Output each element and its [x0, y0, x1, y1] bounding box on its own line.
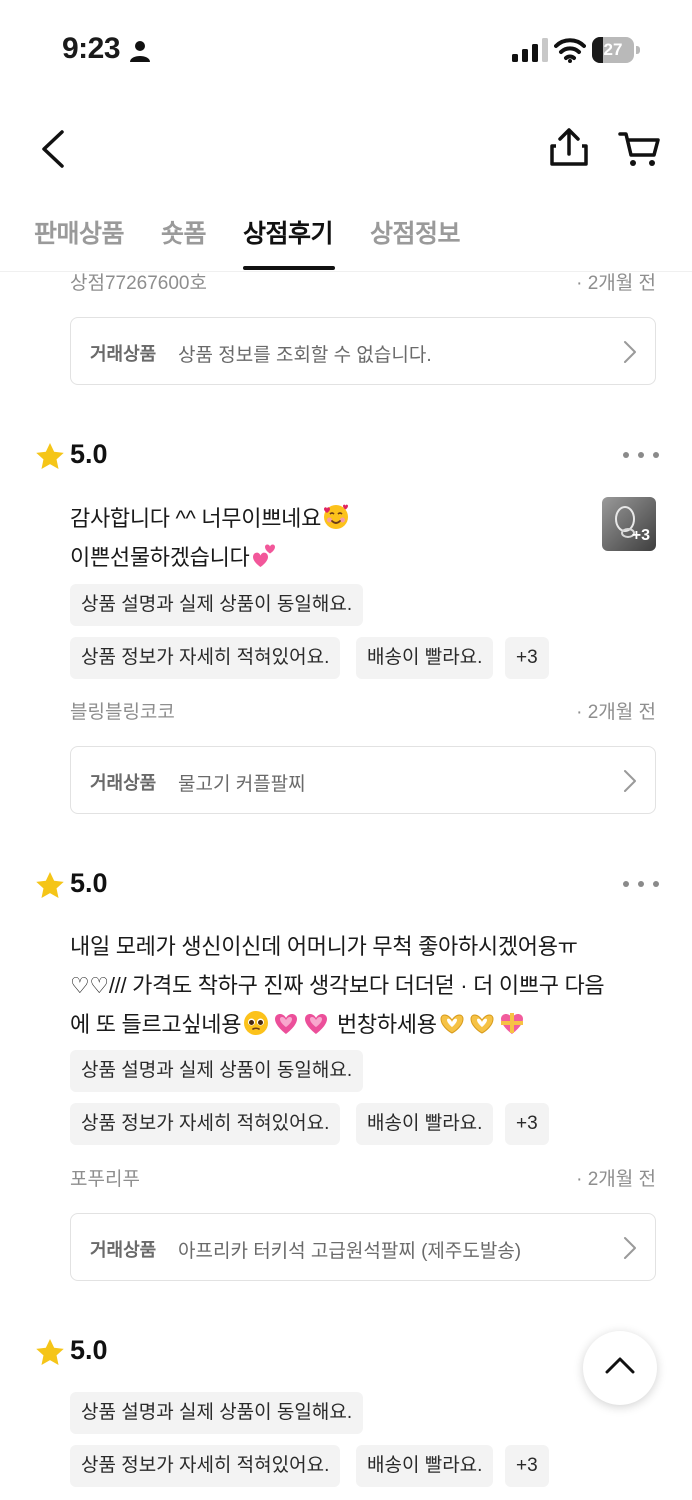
review-text-line: 번창하세용 — [336, 1012, 437, 1037]
traded-product-link[interactable]: 거래상품 물고기 커플팔찌 — [70, 746, 656, 814]
traded-product-name: 아프리카 터키석 고급원석팔찌 (제주도발송) — [178, 1241, 522, 1262]
traded-product-label: 거래상품 — [90, 344, 157, 364]
back-icon — [42, 130, 64, 168]
rating-value: 5.0 — [70, 1335, 108, 1365]
review-rating-row: 5.0 — [34, 866, 659, 906]
review-rating-row: 5.0 — [34, 1333, 659, 1373]
review-tag-chip: 배송이 빨라요. — [356, 1445, 494, 1487]
chevron-right-icon — [624, 770, 636, 792]
battery-level-text: 27 — [603, 40, 623, 59]
review-tag-chip: 상품 정보가 자세히 적혀있어요. — [70, 637, 341, 679]
chevron-up-icon — [605, 1357, 635, 1374]
review-author-row: 상점77267600호 · 2개월 전 — [70, 268, 656, 298]
traded-product-link[interactable]: 거래상품 상품 정보를 조회할 수 없습니다. — [70, 317, 656, 385]
tab-products[interactable]: 판매상품 — [34, 214, 125, 250]
traded-product-name: 물고기 커플팔찌 — [178, 774, 306, 795]
traded-product-name: 상품 정보를 조회할 수 없습니다. — [178, 345, 432, 366]
more-options-button[interactable] — [623, 878, 659, 890]
review-text-line: 에 또 들르고싶네용 — [70, 1012, 242, 1037]
review-author: 상점77267600호 — [70, 273, 207, 294]
wifi-icon — [554, 38, 586, 63]
review-tag-chip: 상품 설명과 실제 상품이 동일해요. — [70, 584, 364, 626]
tab-shop-info[interactable]: 상점정보 — [370, 214, 461, 250]
growing-heart-icon — [275, 1013, 298, 1034]
review-text-line: 이쁜선물하겠습니다 — [70, 545, 250, 570]
tab-bar: 판매상품 숏폼 상점후기 상점정보 — [0, 200, 692, 272]
cart-icon — [618, 132, 660, 166]
cart-button[interactable] — [616, 124, 664, 174]
back-button[interactable] — [30, 124, 80, 174]
more-photos-count: +3 — [631, 527, 650, 544]
smiling-face-with-hearts-icon — [324, 504, 349, 529]
review-tag-chip: 상품 정보가 자세히 적혀있어요. — [70, 1103, 341, 1145]
star-icon — [36, 1339, 64, 1365]
review-photo-thumbnail[interactable]: +3 — [602, 497, 656, 551]
review-tag-chip: 상품 설명과 실제 상품이 동일해요. — [70, 1392, 364, 1434]
review-tag-chip: 배송이 빨라요. — [356, 1103, 494, 1145]
top-navigation — [0, 100, 692, 200]
status-time: 9:23 — [62, 32, 121, 65]
heart-with-ribbon-icon — [500, 1013, 523, 1034]
person-icon — [130, 41, 150, 62]
battery-icon: 27 — [592, 37, 640, 63]
more-tags-chip[interactable]: +3 — [505, 637, 549, 679]
rating-value: 5.0 — [70, 439, 108, 469]
tab-shortform[interactable]: 숏폼 — [161, 214, 207, 250]
rating-value: 5.0 — [70, 868, 108, 898]
growing-heart-icon — [305, 1013, 328, 1034]
review-author: 블링블링코코 — [70, 702, 175, 723]
review-tag-chip: 상품 설명과 실제 상품이 동일해요. — [70, 1050, 364, 1092]
tab-reviews[interactable]: 상점후기 — [243, 214, 334, 250]
review-rating-row: 5.0 — [34, 437, 659, 477]
review-date: · 2개월 전 — [576, 273, 656, 294]
review-date: · 2개월 전 — [576, 1169, 656, 1190]
review-author: 포푸리푸 — [70, 1169, 140, 1190]
more-tags-chip[interactable]: +3 — [505, 1445, 549, 1487]
traded-product-label: 거래상품 — [90, 773, 157, 793]
review-text-line: 감사합니다 ^^ 너무이쁘네요 — [70, 506, 322, 531]
share-button[interactable] — [546, 124, 592, 174]
review-author-row: 블링블링코코 · 2개월 전 — [70, 697, 656, 727]
more-options-button[interactable] — [623, 449, 659, 461]
heart-hands-icon — [470, 1014, 494, 1034]
star-icon — [36, 443, 64, 469]
review-text: 감사합니다 ^^ 너무이쁘네요 이쁜선물하겠습니다 — [70, 499, 351, 577]
review-date: · 2개월 전 — [576, 702, 656, 723]
heart-hands-icon — [440, 1014, 464, 1034]
review-tag-chip: 상품 정보가 자세히 적혀있어요. — [70, 1445, 341, 1487]
pleading-face-icon — [244, 1011, 269, 1035]
share-icon — [550, 128, 588, 166]
more-tags-chip[interactable]: +3 — [505, 1103, 549, 1145]
traded-product-label: 거래상품 — [90, 1240, 157, 1260]
signal-icon — [512, 38, 548, 62]
chevron-right-icon — [624, 341, 636, 363]
review-text-line: ♡♡/// 가격도 착하구 진짜 생각보다 더더덛 · 더 이쁘구 다음 — [70, 973, 605, 998]
review-author-row: 포푸리푸 · 2개월 전 — [70, 1164, 656, 1194]
status-bar: 9:23 27 — [0, 0, 692, 100]
review-text: 내일 모레가 생신이신데 어머니가 무척 좋아하시겠어용ㅠ ♡♡/// 가격도 … — [70, 927, 605, 1044]
two-hearts-icon — [253, 544, 276, 567]
star-icon — [36, 872, 64, 898]
traded-product-link[interactable]: 거래상품 아프리카 터키석 고급원석팔찌 (제주도발송) — [70, 1213, 656, 1281]
scroll-to-top-button[interactable] — [583, 1331, 657, 1405]
chevron-right-icon — [624, 1237, 636, 1259]
review-text-line: 내일 모레가 생신이신데 어머니가 무척 좋아하시겠어용ㅠ — [70, 934, 578, 959]
review-tag-chip: 배송이 빨라요. — [356, 637, 494, 679]
